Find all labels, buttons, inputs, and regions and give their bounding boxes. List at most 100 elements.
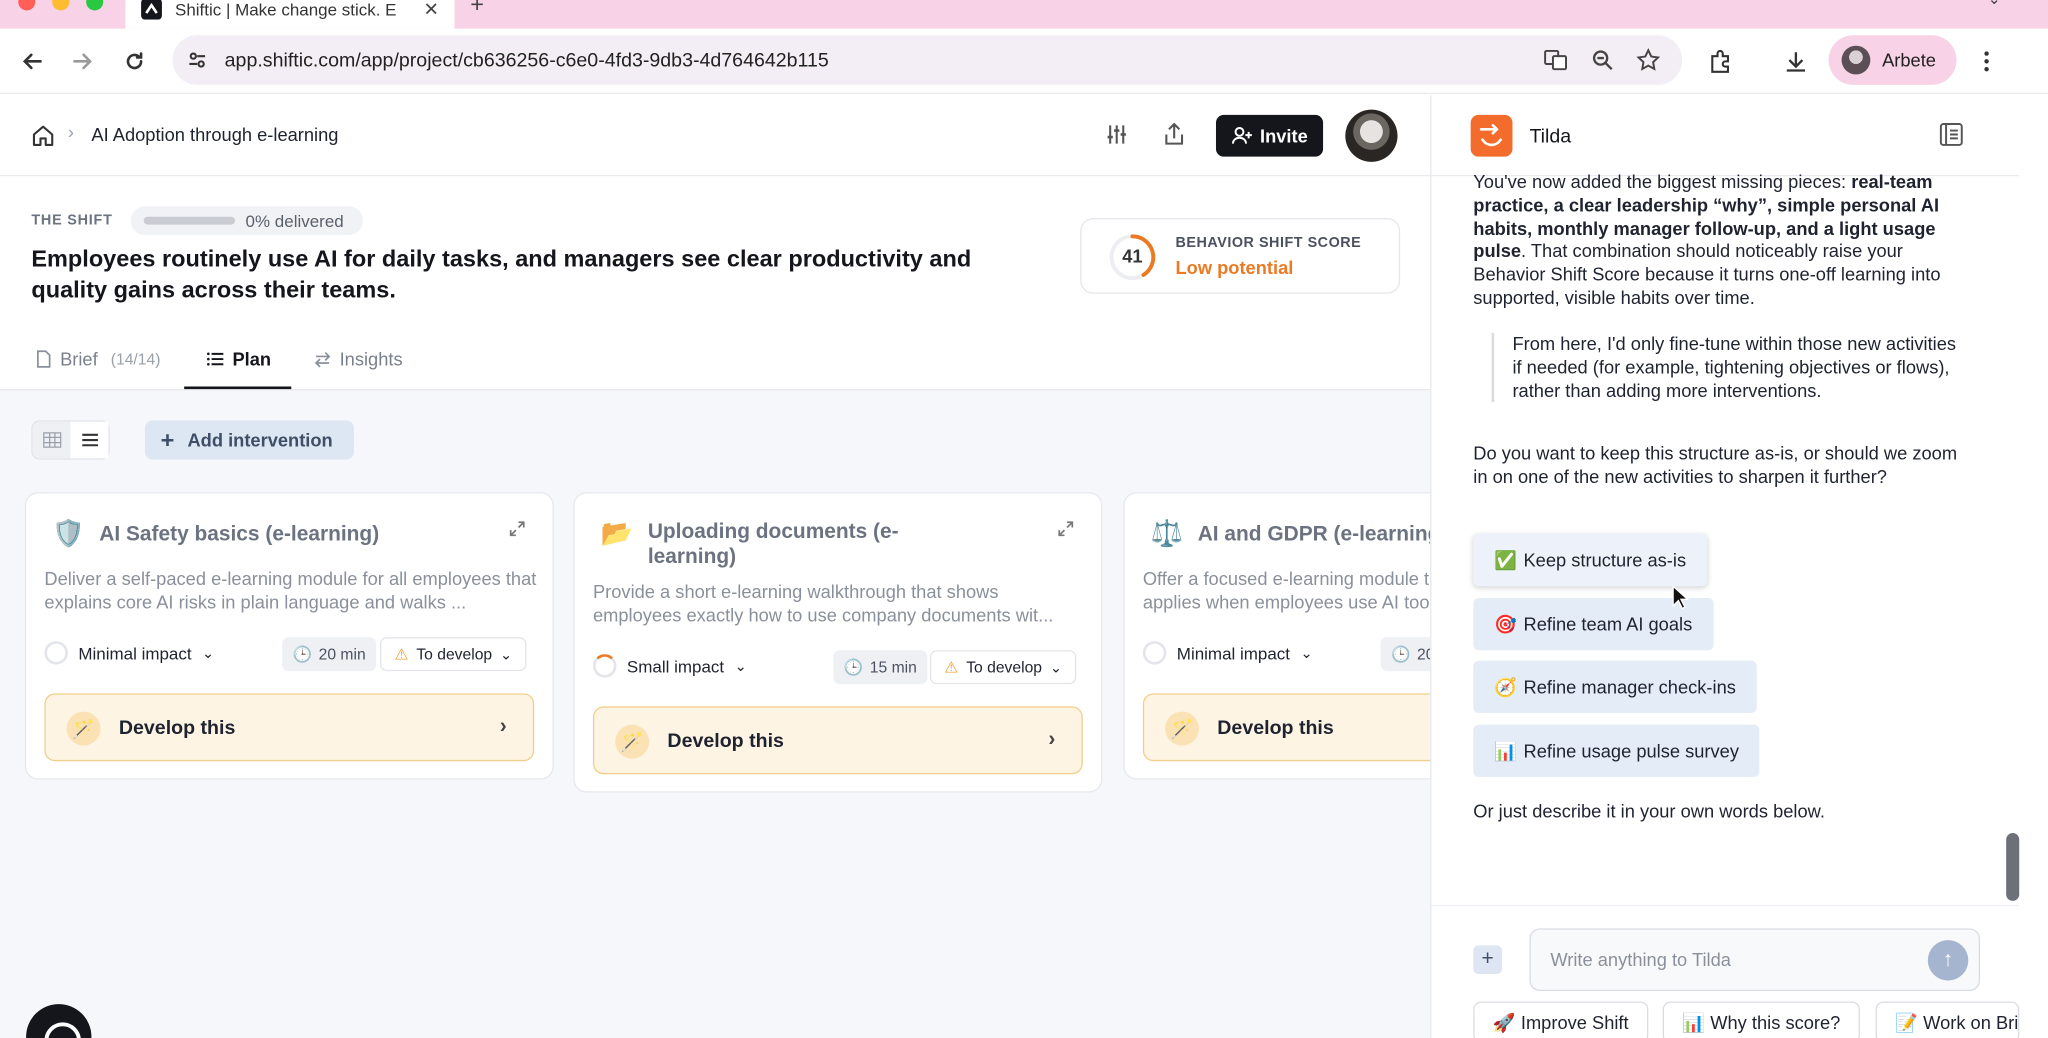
- choice-label: Refine usage pulse survey: [1523, 740, 1739, 762]
- magic-wand-icon: 🪄: [615, 724, 650, 759]
- sliders-icon[interactable]: [1104, 121, 1130, 147]
- delivery-progress-text: 0% delivered: [245, 210, 344, 231]
- expand-icon[interactable]: [508, 520, 526, 538]
- invite-button[interactable]: Invite: [1215, 114, 1324, 157]
- choice-refine-pulse-survey-button[interactable]: 📊 Refine usage pulse survey: [1473, 724, 1760, 777]
- status-label: To develop: [416, 645, 493, 664]
- chat-composer: + ↑ 🚀 Improve Shift 📊 Why this score? 📝 …: [1431, 904, 2020, 1038]
- chat-input[interactable]: [1529, 928, 1981, 992]
- status-dropdown[interactable]: ⚠ To develop ⌄: [929, 650, 1077, 685]
- user-avatar[interactable]: [1345, 109, 1398, 162]
- develop-label: Develop this: [667, 729, 784, 752]
- url-text: app.shiftic.com/app/project/cb636256-c6e…: [224, 48, 829, 72]
- message-question: Do you want to keep this structure as-is…: [1473, 442, 1958, 487]
- behavior-shift-score-card[interactable]: 41 BEHAVIOR SHIFT SCORE Low potential: [1080, 218, 1401, 294]
- shield-icon: 🛡️: [52, 519, 85, 549]
- card-title: AI Safety basics (e-learning): [99, 523, 380, 546]
- home-icon[interactable]: [31, 124, 55, 154]
- profile-button[interactable]: Arbete: [1828, 35, 1957, 85]
- close-window-button[interactable]: [18, 0, 36, 11]
- score-rating: Low potential: [1175, 257, 1294, 279]
- list-icon: [207, 352, 224, 366]
- delivery-progress: 0% delivered: [130, 206, 364, 236]
- minimize-window-button[interactable]: [52, 0, 70, 11]
- breadcrumb-project-title[interactable]: AI Adoption through e-learning: [91, 124, 338, 145]
- choice-keep-structure-button[interactable]: ✅ Keep structure as-is: [1473, 534, 1707, 587]
- tab-search-chevron-icon[interactable]: ⌄: [1988, 0, 2001, 8]
- clock-icon: 🕒: [843, 658, 864, 677]
- download-icon[interactable]: [1783, 48, 1807, 72]
- message-quote: From here, I'd only fine-tune within tho…: [1491, 332, 1957, 403]
- impact-dropdown[interactable]: Minimal impact ⌄: [1142, 641, 1313, 665]
- card-description: Provide a short e-learning walkthrough t…: [592, 581, 1054, 626]
- target-emoji-icon: 🎯: [1494, 613, 1517, 634]
- impact-dropdown[interactable]: Small impact ⌄: [592, 654, 747, 678]
- reload-icon[interactable]: [118, 44, 152, 78]
- clock-icon: 🕒: [1390, 645, 1411, 664]
- mouse-cursor-icon: [1672, 584, 1690, 610]
- tab-brief[interactable]: Brief (14/14): [34, 349, 160, 370]
- choice-label: Keep structure as-is: [1523, 549, 1687, 571]
- duration-label: 15 min: [869, 658, 917, 677]
- chevron-down-icon: ⌄: [1300, 645, 1313, 662]
- send-arrow-icon[interactable]: ↑: [1927, 940, 1969, 981]
- intervention-card[interactable]: 🛡️ AI Safety basics (e-learning) Deliver…: [24, 492, 554, 780]
- impact-dropdown[interactable]: Minimal impact ⌄: [44, 641, 214, 665]
- bookmark-star-icon[interactable]: [1636, 48, 1661, 72]
- shift-statement-bold: productivity: [788, 245, 923, 272]
- tab-plan-label: Plan: [232, 348, 272, 370]
- tab-plan[interactable]: Plan: [206, 349, 271, 370]
- compass-emoji-icon: 🧭: [1494, 675, 1517, 697]
- list-view-button[interactable]: [70, 421, 109, 459]
- maximize-window-button[interactable]: [86, 0, 104, 11]
- chip-work-on-brief[interactable]: 📝 Work on Brief: [1875, 1001, 2020, 1038]
- chip-why-this-score[interactable]: 📊 Why this score?: [1662, 1001, 1860, 1038]
- extensions-icon[interactable]: [1707, 48, 1731, 73]
- develop-label: Develop this: [1217, 716, 1334, 739]
- chart-emoji-icon: 📊: [1682, 1011, 1706, 1033]
- add-intervention-label: Add intervention: [187, 429, 333, 451]
- chip-improve-shift[interactable]: 🚀 Improve Shift: [1473, 1001, 1649, 1038]
- shift-statement-part1: Employees routinely use AI for daily tas…: [31, 245, 789, 272]
- browser-menu-icon[interactable]: [1976, 48, 2000, 72]
- back-icon[interactable]: [16, 44, 50, 78]
- share-icon[interactable]: [1161, 121, 1187, 147]
- translate-icon[interactable]: [1544, 48, 1568, 72]
- plus-icon: +: [160, 426, 175, 453]
- chat-scrollbar[interactable]: [2006, 833, 2020, 901]
- folder-icon: 📂: [600, 519, 634, 549]
- chat-header: Tilda: [1431, 95, 2020, 177]
- browser-tab[interactable]: Shiftic | Make change stick. E ✕: [125, 0, 455, 29]
- expand-icon[interactable]: [1057, 520, 1075, 538]
- address-bar[interactable]: app.shiftic.com/app/project/cb636256-c6e…: [172, 35, 1683, 85]
- card-title: Uploading documents (e-learning): [647, 520, 899, 568]
- grid-view-button[interactable]: [32, 421, 71, 459]
- shift-statement: Employees routinely use AI for daily tas…: [31, 243, 1024, 306]
- card-meta: Minimal impact ⌄ 🕒 20 min ⚠ To develop ⌄: [44, 637, 534, 672]
- tab-close-icon[interactable]: ✕: [424, 0, 439, 20]
- message-rest: . That combination should noticeably rai…: [1473, 240, 1941, 309]
- chat-history-icon[interactable]: [1938, 121, 1964, 147]
- choice-refine-manager-checkins-button[interactable]: 🧭 Refine manager check-ins: [1473, 660, 1757, 713]
- add-intervention-button[interactable]: + Add intervention: [144, 420, 354, 460]
- score-value: 41: [1122, 245, 1143, 267]
- impact-label: Minimal impact: [78, 643, 192, 663]
- warning-icon: ⚠: [394, 645, 409, 664]
- tab-insights[interactable]: Insights: [313, 349, 403, 370]
- card-meta: Small impact ⌄ 🕒 15 min ⚠ To develop ⌄: [592, 650, 1083, 685]
- tilda-chat-panel: Tilda You've now added the biggest missi…: [1430, 95, 2048, 1038]
- zoom-icon[interactable]: [1591, 48, 1615, 72]
- attach-plus-icon[interactable]: +: [1473, 945, 1503, 975]
- forward-icon[interactable]: [65, 44, 99, 78]
- new-tab-icon[interactable]: +: [470, 0, 484, 18]
- tab-brief-label: Brief: [60, 348, 98, 370]
- intervention-card[interactable]: 📂 Uploading documents (e-learning) Provi…: [573, 492, 1103, 793]
- chip-label: Improve Shift: [1520, 1011, 1629, 1033]
- develop-this-button[interactable]: 🪄 Develop this ›: [44, 693, 535, 762]
- site-settings-icon[interactable]: [185, 48, 209, 72]
- magic-wand-icon: 🪄: [66, 711, 101, 746]
- develop-this-button[interactable]: 🪄 Develop this ›: [592, 706, 1083, 775]
- status-dropdown[interactable]: ⚠ To develop ⌄: [380, 637, 527, 672]
- duration-badge: 🕒 20 min: [282, 637, 377, 672]
- chip-label: Why this score?: [1710, 1011, 1841, 1033]
